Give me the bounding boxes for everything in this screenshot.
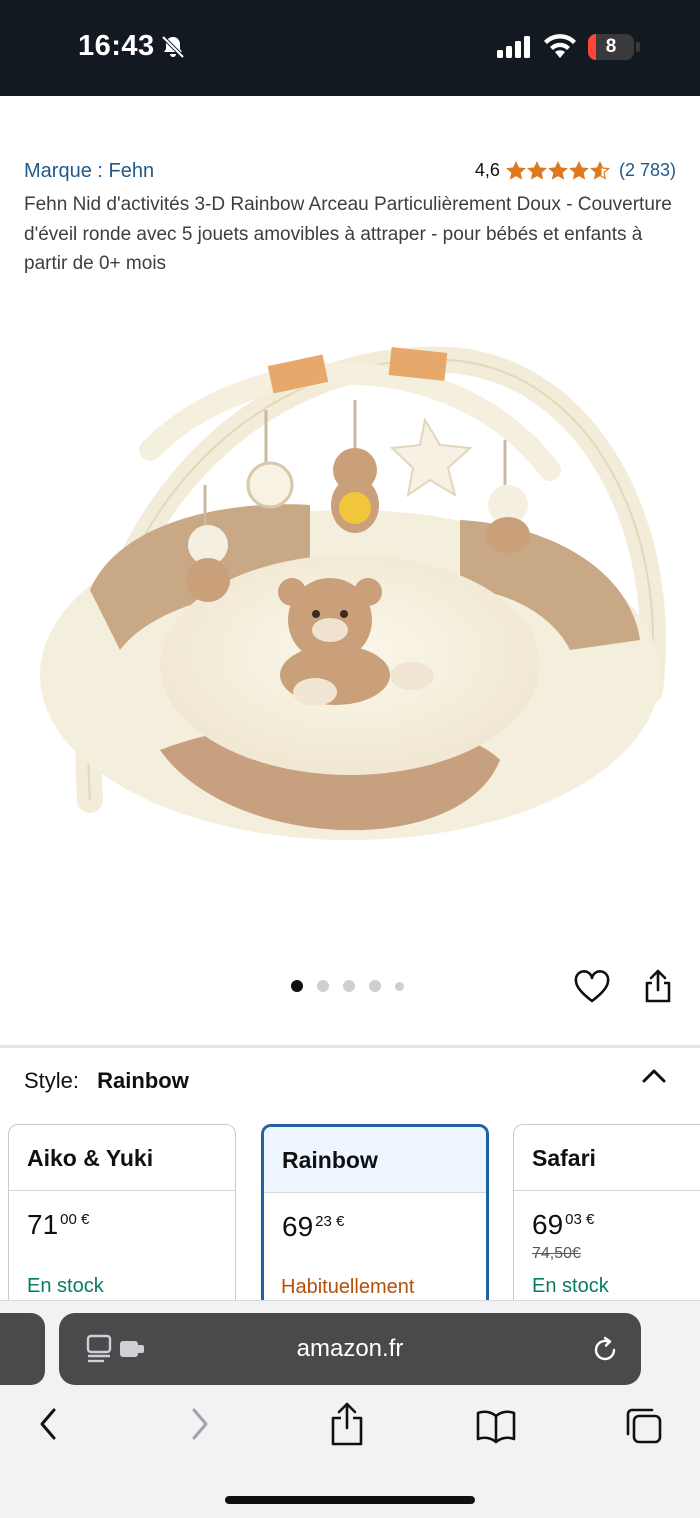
product-title: Fehn Nid d'activités 3-D Rainbow Arceau … xyxy=(24,194,672,274)
battery-nub xyxy=(636,42,640,52)
rating-value: 4,6 xyxy=(474,160,500,180)
star-rating xyxy=(506,160,611,181)
brand-link[interactable]: Marque : Fehn xyxy=(24,160,154,183)
wifi-icon xyxy=(544,34,576,58)
price-fraction: 00 € xyxy=(60,1211,90,1228)
share-icon[interactable] xyxy=(642,968,674,1004)
previous-tab-preview[interactable] xyxy=(0,1313,45,1385)
price-whole: 71 xyxy=(27,1209,59,1240)
style-option-price: 71 00 € xyxy=(9,1209,235,1241)
style-option-availability: Habituellement xyxy=(281,1276,415,1298)
battery-icon: 8 xyxy=(588,34,634,60)
carousel-dot[interactable] xyxy=(343,980,355,992)
tabs-icon[interactable] xyxy=(624,1406,664,1446)
status-bar: 16:43 8 xyxy=(0,0,700,96)
style-option-aiko-yuki[interactable]: Aiko & Yuki 71 00 € En stock xyxy=(8,1124,236,1300)
status-time: 16:43 xyxy=(78,30,155,62)
chevron-up-icon[interactable] xyxy=(641,1066,667,1086)
style-option-name: Rainbow xyxy=(264,1127,486,1193)
style-option-availability: En stock xyxy=(27,1275,104,1297)
share-icon[interactable] xyxy=(329,1400,365,1448)
style-option-old-price: 74,50€ xyxy=(532,1245,581,1262)
style-option-price: 69 23 € xyxy=(264,1211,486,1243)
cellular-signal-icon xyxy=(497,36,530,58)
section-divider xyxy=(0,1045,700,1048)
rating-row[interactable]: 4,6 (2 783) xyxy=(475,160,676,181)
bell-slash-icon xyxy=(161,35,185,59)
forward-icon[interactable] xyxy=(186,1402,214,1446)
reload-icon[interactable] xyxy=(590,1335,620,1365)
price-fraction: 23 € xyxy=(315,1213,345,1230)
back-icon[interactable] xyxy=(34,1402,62,1446)
style-option-availability: En stock xyxy=(532,1275,609,1297)
style-label: Style: xyxy=(24,1068,80,1093)
heart-icon[interactable] xyxy=(574,970,610,1006)
star-icon xyxy=(506,160,526,180)
carousel-dot[interactable] xyxy=(317,980,329,992)
star-icon xyxy=(590,160,610,180)
carousel-dot[interactable] xyxy=(395,981,404,991)
style-options: Aiko & Yuki 71 00 € En stock Rainbow 69 23… xyxy=(8,1124,700,1300)
product-image[interactable] xyxy=(30,330,670,870)
page-menu-icon[interactable] xyxy=(86,1334,148,1364)
style-option-price: 69 03 € xyxy=(514,1209,700,1241)
carousel-dot[interactable] xyxy=(369,980,381,992)
style-option-name: Aiko & Yuki xyxy=(9,1125,235,1191)
home-indicator[interactable] xyxy=(225,1496,475,1504)
style-selector-header: Style: Rainbow xyxy=(24,1068,189,1094)
carousel-dot[interactable] xyxy=(291,980,303,992)
star-icon xyxy=(527,160,547,180)
carousel-dots[interactable] xyxy=(291,980,418,992)
star-icon xyxy=(548,160,568,180)
battery-level: 8 xyxy=(605,36,617,57)
price-whole: 69 xyxy=(282,1211,314,1242)
style-option-name: Safari xyxy=(514,1125,700,1191)
price-fraction: 03 € xyxy=(565,1211,595,1228)
style-option-rainbow[interactable]: Rainbow 69 23 € Habituellement xyxy=(261,1124,489,1300)
review-count[interactable]: (2 783) xyxy=(619,160,676,181)
style-selected-value: Rainbow xyxy=(97,1068,189,1093)
style-option-safari[interactable]: Safari 69 03 € 74,50€ En stock xyxy=(513,1124,700,1300)
bookmarks-icon[interactable] xyxy=(475,1408,517,1444)
star-icon xyxy=(569,160,589,180)
price-whole: 69 xyxy=(532,1209,564,1240)
